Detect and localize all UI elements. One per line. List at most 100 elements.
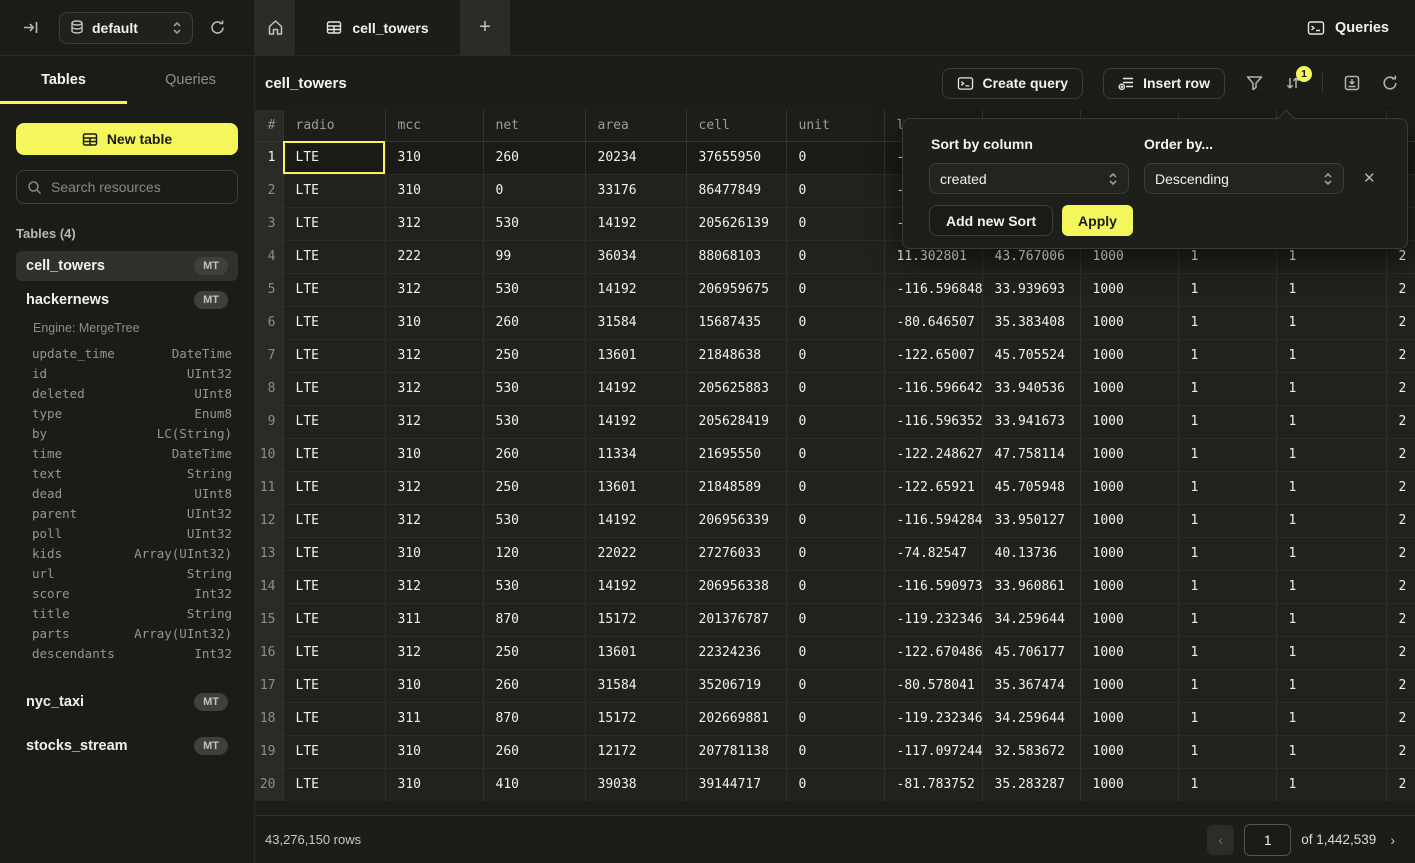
grid-cell[interactable]: 0: [786, 603, 884, 636]
grid-cell[interactable]: 0: [786, 174, 884, 207]
grid-cell[interactable]: LTE: [283, 702, 385, 735]
grid-cell[interactable]: 1: [1276, 339, 1386, 372]
grid-cell[interactable]: 310: [385, 438, 483, 471]
grid-cell[interactable]: 2: [1386, 570, 1415, 603]
grid-cell[interactable]: 1: [1276, 735, 1386, 768]
grid-cell[interactable]: 312: [385, 207, 483, 240]
grid-cell[interactable]: -122.670486: [884, 636, 982, 669]
grid-cell[interactable]: -81.783752: [884, 768, 982, 801]
grid-cell[interactable]: 13601: [585, 471, 686, 504]
grid-cell[interactable]: 14192: [585, 207, 686, 240]
grid-cell[interactable]: 1: [1276, 768, 1386, 801]
grid-cell[interactable]: 21848638: [686, 339, 786, 372]
grid-cell[interactable]: 33176: [585, 174, 686, 207]
grid-cell[interactable]: 11334: [585, 438, 686, 471]
grid-cell[interactable]: 1: [1178, 603, 1276, 636]
sort-column-select[interactable]: created: [929, 163, 1129, 194]
grid-cell[interactable]: 33.950127: [982, 504, 1080, 537]
grid-cell[interactable]: -116.590973: [884, 570, 982, 603]
grid-cell[interactable]: 250: [483, 339, 585, 372]
grid-cell[interactable]: 206956339: [686, 504, 786, 537]
grid-cell[interactable]: 1000: [1080, 768, 1178, 801]
grid-cell[interactable]: LTE: [283, 438, 385, 471]
refresh-icon[interactable]: [1381, 74, 1399, 92]
grid-cell[interactable]: 312: [385, 273, 483, 306]
sort-icon[interactable]: 1: [1284, 74, 1302, 92]
sidebar-tab-tables[interactable]: Tables: [0, 56, 127, 104]
grid-cell[interactable]: 2: [1386, 636, 1415, 669]
grid-cell[interactable]: 207781138: [686, 735, 786, 768]
grid-cell[interactable]: -80.578041: [884, 669, 982, 702]
grid-cell[interactable]: 311: [385, 702, 483, 735]
grid-cell[interactable]: 206956338: [686, 570, 786, 603]
column-header-#[interactable]: #: [255, 110, 283, 141]
grid-cell[interactable]: 22324236: [686, 636, 786, 669]
grid-cell[interactable]: 1000: [1080, 471, 1178, 504]
grid-cell[interactable]: 310: [385, 669, 483, 702]
grid-cell[interactable]: 1: [1276, 471, 1386, 504]
grid-cell[interactable]: 1: [1276, 504, 1386, 537]
prev-page-button[interactable]: ‹: [1207, 825, 1234, 855]
grid-cell[interactable]: 47.758114: [982, 438, 1080, 471]
sidebar-table-nyc_taxi[interactable]: nyc_taxiMT: [16, 687, 238, 717]
grid-cell[interactable]: 39038: [585, 768, 686, 801]
grid-cell[interactable]: LTE: [283, 174, 385, 207]
grid-cell[interactable]: 31584: [585, 306, 686, 339]
grid-cell[interactable]: 260: [483, 141, 585, 174]
grid-cell[interactable]: 1: [1178, 735, 1276, 768]
grid-cell[interactable]: 35.283287: [982, 768, 1080, 801]
grid-cell[interactable]: 0: [786, 537, 884, 570]
refresh-connection-icon[interactable]: [209, 19, 226, 36]
grid-cell[interactable]: 1: [1276, 570, 1386, 603]
create-query-button[interactable]: Create query: [942, 68, 1084, 99]
grid-cell[interactable]: 0: [786, 438, 884, 471]
grid-cell[interactable]: 1: [1276, 438, 1386, 471]
grid-cell[interactable]: LTE: [283, 240, 385, 273]
grid-cell[interactable]: LTE: [283, 306, 385, 339]
grid-cell[interactable]: 1000: [1080, 504, 1178, 537]
grid-cell[interactable]: 2: [1386, 537, 1415, 570]
grid-cell[interactable]: 312: [385, 471, 483, 504]
grid-cell[interactable]: 0: [786, 471, 884, 504]
grid-cell[interactable]: 33.960861: [982, 570, 1080, 603]
grid-cell[interactable]: 1: [1178, 405, 1276, 438]
grid-cell[interactable]: 0: [786, 768, 884, 801]
grid-cell[interactable]: 40.13736: [982, 537, 1080, 570]
grid-cell[interactable]: 0: [786, 372, 884, 405]
grid-cell[interactable]: LTE: [283, 504, 385, 537]
grid-cell[interactable]: 35.383408: [982, 306, 1080, 339]
grid-cell[interactable]: 33.941673: [982, 405, 1080, 438]
grid-cell[interactable]: 2: [1386, 735, 1415, 768]
grid-cell[interactable]: 34.259644: [982, 603, 1080, 636]
grid-cell[interactable]: 15172: [585, 603, 686, 636]
grid-cell[interactable]: 14192: [585, 372, 686, 405]
grid-cell[interactable]: 1: [1178, 702, 1276, 735]
grid-cell[interactable]: 312: [385, 570, 483, 603]
grid-cell[interactable]: 410: [483, 768, 585, 801]
column-header-unit[interactable]: unit: [786, 110, 884, 141]
sort-order-select[interactable]: Descending: [1144, 163, 1344, 194]
grid-cell[interactable]: 1000: [1080, 339, 1178, 372]
grid-cell[interactable]: 27276033: [686, 537, 786, 570]
grid-cell[interactable]: 120: [483, 537, 585, 570]
grid-cell[interactable]: -122.65921: [884, 471, 982, 504]
remove-sort-icon[interactable]: ✕: [1363, 169, 1376, 187]
download-icon[interactable]: [1343, 74, 1361, 92]
grid-cell[interactable]: 1: [1276, 372, 1386, 405]
grid-cell[interactable]: -119.232346: [884, 702, 982, 735]
grid-cell[interactable]: 37655950: [686, 141, 786, 174]
home-icon[interactable]: [255, 0, 295, 55]
grid-cell[interactable]: 311: [385, 603, 483, 636]
grid-cell[interactable]: 312: [385, 339, 483, 372]
grid-cell[interactable]: 1: [1178, 570, 1276, 603]
grid-cell[interactable]: 0: [786, 339, 884, 372]
column-header-area[interactable]: area: [585, 110, 686, 141]
grid-cell[interactable]: 2: [1386, 768, 1415, 801]
grid-cell[interactable]: 36034: [585, 240, 686, 273]
filter-icon[interactable]: [1245, 74, 1264, 92]
insert-row-button[interactable]: Insert row: [1103, 68, 1225, 99]
grid-cell[interactable]: 0: [786, 636, 884, 669]
grid-cell[interactable]: 1: [1178, 768, 1276, 801]
grid-cell[interactable]: LTE: [283, 735, 385, 768]
grid-cell[interactable]: LTE: [283, 141, 385, 174]
